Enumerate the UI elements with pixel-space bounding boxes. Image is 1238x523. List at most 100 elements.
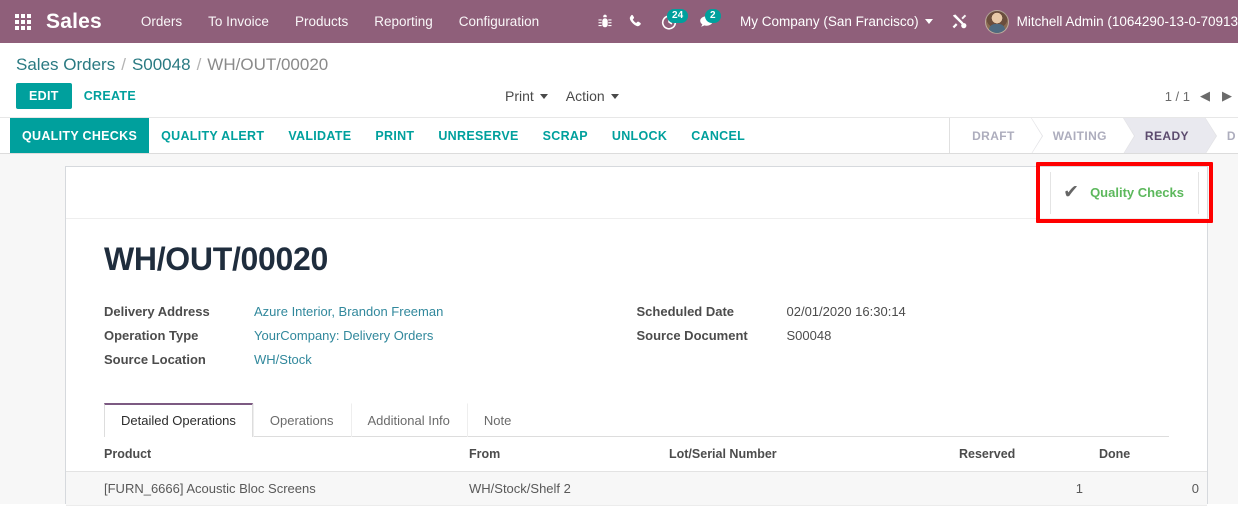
pager-previous-icon[interactable]: ◀ [1198, 88, 1212, 104]
statusbar-buttons: QUALITY CHECKS QUALITY ALERT VALIDATE PR… [0, 118, 757, 153]
quality-checks-button[interactable]: QUALITY CHECKS [10, 118, 150, 153]
pager-value: 1 / 1 [1164, 88, 1190, 104]
activity-count-badge: 24 [667, 9, 689, 23]
quality-checks-stat-wrapper: ✔ Quality Checks [1036, 162, 1213, 223]
form-columns: Delivery Address Azure Interior, Brandon… [104, 304, 1169, 376]
column-header-reserved[interactable]: Reserved [951, 437, 1091, 472]
company-name: My Company (San Francisco) [740, 14, 919, 29]
check-mark-icon: ✔ [1063, 182, 1080, 203]
cell-product[interactable]: [FURN_6666] Acoustic Bloc Screens [66, 471, 461, 506]
print-dropdown[interactable]: Print [505, 88, 548, 104]
create-button[interactable]: CREATE [72, 83, 148, 109]
field-value-delivery-address[interactable]: Azure Interior, Brandon Freeman [254, 304, 443, 319]
top-navbar: Sales Orders To Invoice Products Reporti… [0, 0, 1238, 43]
table-row[interactable]: [FURN_6666] Acoustic Bloc Screens WH/Sto… [66, 471, 1207, 506]
field-scheduled-date: Scheduled Date 02/01/2020 16:30:14 [637, 304, 1170, 319]
action-label: Action [565, 88, 605, 104]
scrap-button[interactable]: SCRAP [531, 118, 600, 153]
form-body: WH/OUT/00020 Delivery Address Azure Inte… [66, 219, 1207, 506]
status-step-waiting[interactable]: WAITING [1030, 118, 1136, 153]
form-column-left: Delivery Address Azure Interior, Brandon… [104, 304, 637, 376]
company-switcher[interactable]: My Company (San Francisco) [726, 14, 941, 29]
unreserve-button[interactable]: UNRESERVE [426, 118, 530, 153]
tab-operations[interactable]: Operations [252, 403, 351, 437]
table-header-row: Product From Lot/Serial Number Reserved … [66, 437, 1207, 472]
breadcrumb-separator: / [196, 55, 202, 74]
menu-item-products[interactable]: Products [282, 0, 361, 43]
cell-from[interactable]: WH/Stock/Shelf 2 [461, 471, 661, 506]
field-label-source-location: Source Location [104, 352, 206, 367]
quality-checks-stat-button[interactable]: ✔ Quality Checks [1050, 171, 1199, 214]
field-value-source-document[interactable]: S00048 [787, 328, 832, 343]
action-dropdown[interactable]: Action [566, 88, 619, 104]
status-pipeline: DRAFT WAITING READY D [949, 118, 1238, 153]
cell-lot-serial[interactable] [661, 471, 951, 506]
phone-icon[interactable] [620, 0, 650, 43]
menu-item-reporting[interactable]: Reporting [361, 0, 446, 43]
page-title: WH/OUT/00020 [104, 241, 329, 277]
cell-reserved[interactable]: 1 [951, 471, 1091, 506]
apps-menu-button[interactable] [0, 0, 46, 43]
pager-next-icon[interactable]: ▶ [1220, 88, 1234, 104]
field-label-operation-type: Operation Type [104, 328, 199, 343]
control-panel-dropdowns: Print Action [505, 88, 619, 104]
field-value-scheduled-date[interactable]: 02/01/2020 16:30:14 [787, 304, 906, 319]
user-name: Mitchell Admin (1064290-13-0-70913 [1016, 14, 1238, 29]
notebook-tabs: Detailed Operations Operations Additiona… [104, 402, 1169, 437]
menu-item-to-invoice[interactable]: To Invoice [195, 0, 282, 43]
form-sheet-background: ✔ Quality Checks WH/OUT/00020 Delivery A… [0, 154, 1238, 506]
tab-note[interactable]: Note [466, 403, 528, 437]
field-operation-type: Operation Type YourCompany: Delivery Ord… [104, 328, 637, 343]
avatar [984, 9, 1009, 34]
column-header-lot-serial[interactable]: Lot/Serial Number [661, 437, 951, 472]
status-step-draft[interactable]: DRAFT [950, 118, 1043, 153]
column-header-done[interactable]: Done [1091, 437, 1207, 472]
column-header-from[interactable]: From [461, 437, 661, 472]
main-menu: Orders To Invoice Products Reporting Con… [128, 0, 552, 43]
chevron-down-icon [924, 19, 933, 24]
column-header-product[interactable]: Product [66, 437, 461, 472]
cell-done[interactable]: 0 [1091, 471, 1207, 506]
quality-alert-button[interactable]: QUALITY ALERT [149, 118, 276, 153]
messages-count-badge: 2 [705, 9, 721, 23]
apps-grid-icon [15, 13, 31, 30]
status-step-ready[interactable]: READY [1122, 118, 1217, 153]
detailed-operations-table: Product From Lot/Serial Number Reserved … [66, 437, 1207, 506]
wrench-screwdriver-icon[interactable] [941, 0, 979, 43]
control-panel: Sales Orders / S00048 / WH/OUT/00020 EDI… [0, 43, 1238, 117]
activity-clock-icon[interactable]: 24 [650, 0, 689, 43]
field-source-location: Source Location WH/Stock [104, 352, 637, 367]
breadcrumb: Sales Orders / S00048 / WH/OUT/00020 [0, 43, 1238, 79]
menu-item-orders[interactable]: Orders [128, 0, 195, 43]
chevron-down-icon [610, 93, 619, 99]
control-panel-buttons: EDIT CREATE Print Action 1 / 1 ◀ ▶ [0, 79, 1238, 117]
field-label-source-document: Source Document [636, 328, 748, 343]
chat-bubble-icon[interactable]: 2 [688, 0, 726, 43]
tab-additional-info[interactable]: Additional Info [350, 403, 467, 437]
systray: 24 2 My Company (San Francisco) Mitchell… [590, 0, 1238, 43]
menu-item-configuration[interactable]: Configuration [446, 0, 552, 43]
user-menu[interactable]: Mitchell Admin (1064290-13-0-70913 [979, 9, 1238, 34]
edit-button[interactable]: EDIT [16, 83, 72, 109]
breadcrumb-item-s00048[interactable]: S00048 [132, 55, 191, 75]
app-brand-sales[interactable]: Sales [46, 10, 102, 34]
unlock-button[interactable]: UNLOCK [600, 118, 679, 153]
cancel-button[interactable]: CANCEL [679, 118, 757, 153]
print-button[interactable]: PRINT [363, 118, 426, 153]
tab-detailed-operations[interactable]: Detailed Operations [104, 403, 253, 437]
field-value-operation-type[interactable]: YourCompany: Delivery Orders [254, 328, 433, 343]
form-sheet: ✔ Quality Checks WH/OUT/00020 Delivery A… [65, 162, 1213, 506]
statusbar: QUALITY CHECKS QUALITY ALERT VALIDATE PR… [0, 117, 1238, 154]
print-label: Print [505, 88, 534, 104]
bug-icon[interactable] [590, 0, 620, 43]
validate-button[interactable]: VALIDATE [276, 118, 363, 153]
field-label-scheduled-date: Scheduled Date [636, 304, 735, 319]
stat-button-box: ✔ Quality Checks [66, 162, 1213, 223]
field-source-document: Source Document S00048 [637, 328, 1170, 343]
field-value-source-location[interactable]: WH/Stock [254, 352, 312, 367]
pager: 1 / 1 ◀ ▶ [1165, 88, 1234, 104]
field-delivery-address: Delivery Address Azure Interior, Brandon… [104, 304, 637, 319]
breadcrumb-item-current: WH/OUT/00020 [207, 55, 329, 74]
breadcrumb-item-sales-orders[interactable]: Sales Orders [16, 55, 115, 75]
field-label-delivery-address: Delivery Address [104, 304, 210, 319]
